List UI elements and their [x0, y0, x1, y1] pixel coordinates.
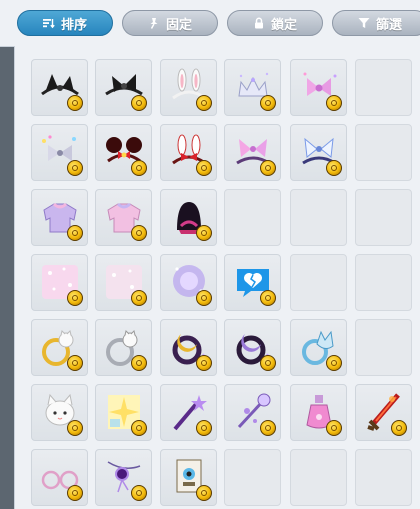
coin-icon: [131, 420, 147, 436]
inventory-slot[interactable]: [31, 59, 88, 116]
inventory-slot[interactable]: [160, 59, 217, 116]
coin-icon: [67, 355, 83, 371]
inventory-slot[interactable]: [95, 449, 152, 506]
coin-icon: [260, 290, 276, 306]
inventory-slot[interactable]: [31, 254, 88, 311]
coin-icon: [67, 160, 83, 176]
inventory-slot[interactable]: [224, 59, 281, 116]
empty-inventory-slot[interactable]: [224, 189, 281, 246]
inventory-slot[interactable]: [290, 384, 347, 441]
lock-icon: [254, 17, 263, 29]
inventory-slot[interactable]: [31, 319, 88, 376]
coin-icon: [67, 225, 83, 241]
filter-icon: [358, 18, 370, 28]
empty-inventory-slot[interactable]: [224, 449, 281, 506]
inventory-slot[interactable]: [95, 124, 152, 181]
inventory-slot[interactable]: [95, 384, 152, 441]
coin-icon: [196, 290, 212, 306]
coin-icon: [196, 485, 212, 501]
coin-icon: [326, 420, 342, 436]
coin-icon: [260, 420, 276, 436]
inventory-slot[interactable]: [160, 189, 217, 246]
inventory-slot[interactable]: [290, 319, 347, 376]
coin-icon: [131, 355, 147, 371]
inventory-slot[interactable]: [160, 319, 217, 376]
empty-inventory-slot[interactable]: [355, 189, 412, 246]
coin-icon: [196, 420, 212, 436]
sort-icon: [42, 19, 55, 29]
filter-button[interactable]: 篩選: [332, 10, 420, 36]
pin-button-label: 固定: [165, 17, 192, 33]
coin-icon: [67, 290, 83, 306]
coin-icon: [196, 95, 212, 111]
pin-icon: [150, 18, 158, 29]
lock-button[interactable]: 鎖定: [227, 10, 323, 36]
empty-inventory-slot[interactable]: [355, 254, 412, 311]
inventory-slot[interactable]: [160, 124, 217, 181]
coin-icon: [326, 355, 342, 371]
inventory-slot[interactable]: [355, 384, 412, 441]
inventory-slot[interactable]: [31, 384, 88, 441]
coin-icon: [391, 420, 407, 436]
coin-icon: [131, 290, 147, 306]
coin-icon: [131, 160, 147, 176]
inventory-slot[interactable]: [224, 124, 281, 181]
inventory-slot[interactable]: [160, 254, 217, 311]
inventory-slot[interactable]: [160, 449, 217, 506]
inventory-slot[interactable]: [224, 254, 281, 311]
inventory-slot[interactable]: [95, 189, 152, 246]
lock-button-label: 鎖定: [270, 17, 297, 33]
coin-icon: [67, 485, 83, 501]
empty-inventory-slot[interactable]: [355, 59, 412, 116]
inventory-slot[interactable]: [31, 449, 88, 506]
empty-inventory-slot[interactable]: [355, 319, 412, 376]
empty-inventory-slot[interactable]: [290, 449, 347, 506]
empty-inventory-slot[interactable]: [290, 254, 347, 311]
coin-icon: [196, 225, 212, 241]
coin-icon: [196, 355, 212, 371]
inventory-slot[interactable]: [160, 384, 217, 441]
inventory-slot[interactable]: [95, 319, 152, 376]
coin-icon: [260, 160, 276, 176]
sort-button[interactable]: 排序: [17, 10, 113, 36]
coin-icon: [67, 95, 83, 111]
coin-icon: [131, 485, 147, 501]
empty-inventory-slot[interactable]: [355, 124, 412, 181]
coin-icon: [326, 95, 342, 111]
empty-inventory-slot[interactable]: [355, 449, 412, 506]
inventory-slot[interactable]: [224, 384, 281, 441]
inventory-slot[interactable]: [31, 189, 88, 246]
coin-icon: [260, 355, 276, 371]
filter-button-label: 篩選: [375, 17, 402, 33]
inventory-slot[interactable]: [95, 254, 152, 311]
coin-icon: [131, 95, 147, 111]
coin-icon: [196, 160, 212, 176]
inventory-slot[interactable]: [224, 319, 281, 376]
pin-button[interactable]: 固定: [122, 10, 218, 36]
inventory-slot[interactable]: [290, 124, 347, 181]
coin-icon: [326, 160, 342, 176]
coin-icon: [67, 420, 83, 436]
inventory-toolbar: 排序 固定 鎖定 篩選: [0, 0, 420, 47]
sort-button-label: 排序: [60, 17, 87, 33]
coin-icon: [131, 225, 147, 241]
coin-icon: [260, 95, 276, 111]
inventory-panel: [14, 46, 420, 509]
empty-inventory-slot[interactable]: [290, 189, 347, 246]
inventory-slot[interactable]: [95, 59, 152, 116]
inventory-slot[interactable]: [290, 59, 347, 116]
inventory-slot[interactable]: [31, 124, 88, 181]
